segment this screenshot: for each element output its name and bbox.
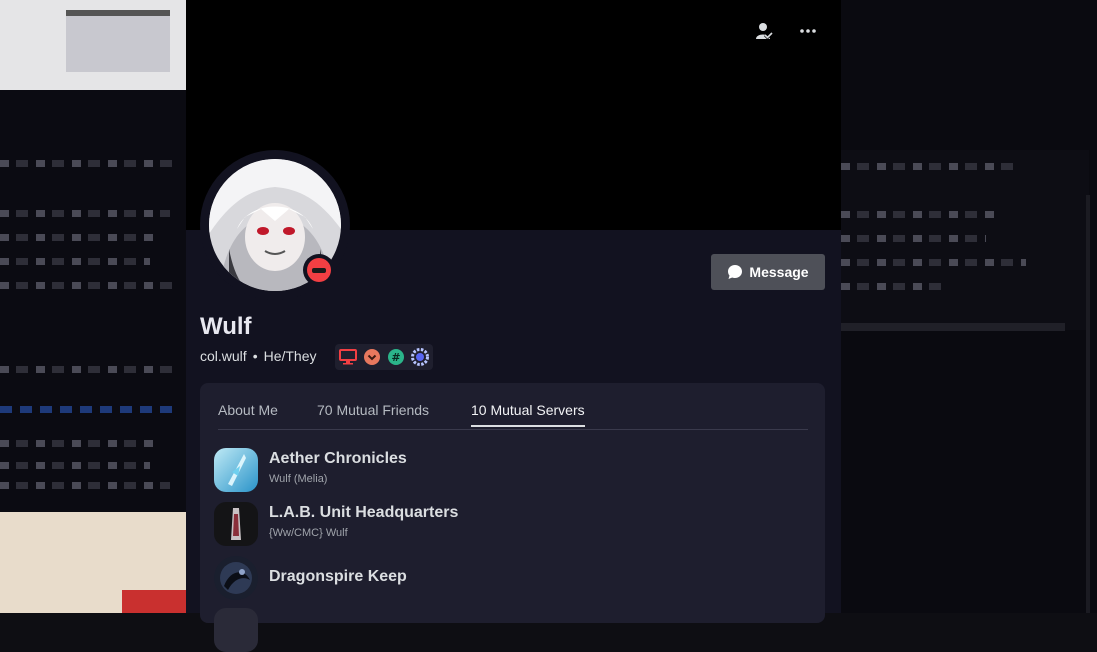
more-icon[interactable] [795,18,821,44]
chat-bubble-icon [728,265,743,279]
tab-mutual-friends[interactable]: 70 Mutual Friends [317,402,429,425]
server-icon [214,556,258,600]
heart-icon[interactable] [363,348,381,366]
tab-about-me[interactable]: About Me [218,402,278,425]
server-nickname: {Ww/CMC} Wulf [269,527,348,539]
server-nickname: Wulf (Melia) [269,473,328,485]
server-list-item[interactable]: Aether Chronicles Wulf (Melia) [214,448,814,494]
background-app-right [841,0,1097,613]
server-list-item[interactable]: L.A.B. Unit Headquarters {Ww/CMC} Wulf [214,502,814,548]
server-list-item-partial[interactable] [214,608,814,652]
server-name: Dragonspire Keep [269,568,407,585]
background-app-left [0,0,186,613]
server-icon [214,608,258,652]
separator-dot: • [252,348,258,364]
hashtag-icon[interactable]: # [387,348,405,366]
message-button[interactable]: Message [711,254,825,290]
message-button-label: Message [749,264,809,280]
friend-check-icon[interactable] [751,18,777,44]
dnd-status-icon [307,258,331,282]
background-image-thumbnail [0,0,186,90]
server-name: L.A.B. Unit Headquarters [269,504,459,521]
svg-text:#: # [391,351,400,364]
server-name: Aether Chronicles [269,450,407,467]
background-image-thumbnail-2 [0,512,186,613]
badge-list: # [335,344,433,370]
pronouns: He/They [263,348,317,364]
profile-tabs: About Me 70 Mutual Friends 10 Mutual Ser… [218,402,808,430]
display-name: Wulf [200,313,252,340]
status-indicator [303,254,335,286]
server-list-item[interactable]: Dragonspire Keep [214,556,814,602]
server-icon [214,502,258,546]
background-scrollbar [1086,195,1090,613]
gear-badge-icon[interactable] [411,348,429,366]
username[interactable]: col.wulf [200,348,247,364]
tab-mutual-servers[interactable]: 10 Mutual Servers [471,402,585,427]
desktop-icon[interactable] [339,348,357,366]
profile-subline: col.wulf • He/They [200,348,317,364]
server-icon [214,448,258,492]
